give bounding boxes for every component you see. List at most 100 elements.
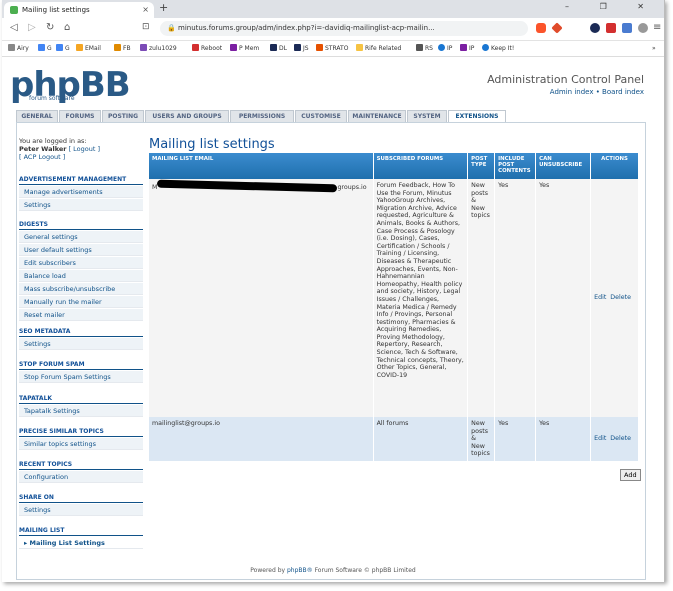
- sidebar-item-ad-settings[interactable]: Settings: [19, 199, 143, 211]
- sidebar-item-user-default-settings[interactable]: User default settings: [19, 244, 143, 256]
- column-header-actions: ACTIONS: [590, 153, 639, 179]
- bookmark-item[interactable]: G: [56, 41, 70, 56]
- bookmark-label: Rife Related: [365, 45, 402, 52]
- bookmark-item[interactable]: RS: [416, 41, 433, 56]
- bookmark-label: STRATO: [325, 45, 349, 52]
- add-button[interactable]: Add: [620, 469, 641, 481]
- navigation-bar: ◁ ▷ ↻ ⌂ ⊡ 🔒 minutus.forums.group/adm/ind…: [2, 18, 664, 41]
- bookmark-label: RS: [425, 45, 433, 52]
- extension-icon[interactable]: [590, 23, 600, 33]
- sidebar-item-reset-mailer[interactable]: Reset mailer: [19, 309, 143, 321]
- translate-extension-icon[interactable]: [622, 23, 632, 33]
- address-bar[interactable]: 🔒 minutus.forums.group/adm/index.php?i=-…: [160, 21, 528, 36]
- bookmark-item[interactable]: JS: [294, 41, 309, 56]
- bookmark-item[interactable]: DL: [270, 41, 287, 56]
- sidebar-item-mass-subscribe[interactable]: Mass subscribe/unsubscribe: [19, 283, 143, 295]
- sidebar-item-share-settings[interactable]: Settings: [19, 504, 143, 516]
- sidebar-item-label: Mailing List Settings: [29, 539, 105, 547]
- main-panel: You are logged in as: Peter Walker [ Log…: [16, 122, 646, 580]
- browser-tab[interactable]: Mailing list settings ×: [4, 2, 154, 18]
- bookmark-item[interactable]: Keep It!: [482, 41, 514, 56]
- sidebar-item-similar-topics-settings[interactable]: Similar topics settings: [19, 438, 143, 450]
- bookmark-label: IP: [447, 45, 453, 52]
- can-unsubscribe-cell: Yes: [535, 179, 592, 417]
- email-cell: Mgroups.io: [149, 179, 374, 417]
- sidebar-item-run-mailer[interactable]: Manually run the mailer: [19, 296, 143, 308]
- email-suffix: groups.io: [337, 184, 367, 191]
- forward-icon[interactable]: ▷: [28, 22, 36, 33]
- edit-link[interactable]: Edit: [594, 294, 606, 301]
- bookmark-item[interactable]: P Mem: [230, 41, 259, 56]
- browser-window: Mailing list settings × + – ❐ ✕ ◁ ▷ ↻ ⌂ …: [2, 0, 665, 582]
- window-controls[interactable]: – ❐ ✕: [565, 2, 658, 11]
- section-precise-similar-topics: PRECISE SIMILAR TOPICS: [19, 428, 143, 437]
- bookmark-item[interactable]: STRATO: [316, 41, 348, 56]
- url-text: minutus.forums.group/adm/index.php?i=-da…: [178, 24, 435, 32]
- home-icon[interactable]: ⌂: [64, 22, 70, 33]
- bookmark-item[interactable]: G: [38, 41, 52, 56]
- sidebar-item-balance-load[interactable]: Balance load: [19, 270, 143, 282]
- forums-cell: Forum Feedback, How To Use the Forum, Mi…: [373, 179, 469, 417]
- redaction-mark: [157, 179, 338, 193]
- bookmark-label: zulu1029: [149, 45, 177, 52]
- sidebar-item-tapatalk-settings[interactable]: Tapatalk Settings: [19, 405, 143, 417]
- bookmark-item[interactable]: IP: [438, 41, 452, 56]
- phpbb-link[interactable]: phpBB®: [287, 567, 313, 574]
- bookmark-item[interactable]: zulu1029: [140, 41, 177, 56]
- bookmark-item[interactable]: IP: [460, 41, 474, 56]
- sidebar-item-general-settings[interactable]: General settings: [19, 231, 143, 243]
- reload-icon[interactable]: ↻: [46, 22, 54, 33]
- acp-header-links[interactable]: Admin index • Board index: [550, 88, 644, 96]
- bookmark-item[interactable]: EMail: [76, 41, 101, 56]
- main-tabs: GENERAL FORUMS POSTING USERS AND GROUPS …: [16, 110, 644, 124]
- section-seo-metadata: SEO METADATA: [19, 328, 143, 337]
- post-type-cell: New posts & New topics: [467, 417, 496, 461]
- pdf-extension-icon[interactable]: [606, 23, 616, 33]
- acp-page: phpBB forum software Administration Cont…: [2, 57, 664, 582]
- logout-link[interactable]: [ Logout ]: [69, 145, 100, 153]
- bookmark-item[interactable]: Airy: [8, 41, 29, 56]
- menu-icon[interactable]: ≡: [653, 22, 661, 33]
- bookmark-item[interactable]: Reboot: [192, 41, 222, 56]
- bookmark-label: JS: [303, 45, 309, 52]
- section-share-on: SHARE ON: [19, 494, 143, 503]
- footer: Powered by phpBB® Forum Software © phpBB…: [2, 567, 664, 574]
- sidebar-item-seo-settings[interactable]: Settings: [19, 338, 143, 350]
- edit-link[interactable]: Edit: [594, 435, 606, 442]
- delete-link[interactable]: Delete: [610, 294, 631, 301]
- section-tapatalk: TAPATALK: [19, 395, 143, 404]
- sidebar-item-configuration[interactable]: Configuration: [19, 471, 143, 483]
- footer-prefix: Powered by: [250, 567, 286, 574]
- table-row: Mgroups.io Forum Feedback, How To Use th…: [149, 179, 639, 417]
- page-title: Mailing list settings: [149, 137, 275, 152]
- logged-in-label: You are logged in as:: [19, 137, 87, 145]
- section-mailing-list: MAILING LIST: [19, 527, 143, 536]
- bookmark-icon[interactable]: ⊡: [142, 22, 150, 32]
- section-advertisement-management: ADVERTISEMENT MANAGEMENT: [19, 176, 143, 185]
- more-bookmarks-icon[interactable]: »: [652, 41, 656, 56]
- mailing-list-table: MAILING LIST EMAIL SUBSCRIBED FORUMS POS…: [149, 153, 639, 461]
- bookmark-label: Reboot: [201, 45, 223, 52]
- actions-cell: Edit Delete: [590, 179, 639, 417]
- brave-rewards-icon[interactable]: [551, 22, 563, 34]
- delete-link[interactable]: Delete: [610, 435, 631, 442]
- close-icon[interactable]: ×: [142, 2, 149, 18]
- acp-logout-link[interactable]: [ ACP Logout ]: [19, 153, 65, 161]
- sidebar-item-edit-subscribers[interactable]: Edit subscribers: [19, 257, 143, 269]
- bookmark-item[interactable]: Rife Related: [356, 41, 401, 56]
- sidebar-item-stop-forum-spam-settings[interactable]: Stop Forum Spam Settings: [19, 371, 143, 383]
- profile-icon[interactable]: [638, 23, 648, 33]
- table-row: mailinglist@groups.io All forums New pos…: [149, 417, 639, 461]
- sidebar-item-mailing-list-settings[interactable]: ▸ Mailing List Settings: [19, 537, 143, 549]
- column-header-include-contents: INCLUDE POST CONTENTS: [494, 153, 537, 179]
- bookmark-item[interactable]: FB: [114, 41, 131, 56]
- column-header-email: MAILING LIST EMAIL: [149, 153, 374, 179]
- acp-title: Administration Control Panel: [487, 73, 644, 86]
- sidebar-item-manage-advertisements[interactable]: Manage advertisements: [19, 186, 143, 198]
- back-icon[interactable]: ◁: [10, 22, 18, 33]
- include-contents-cell: Yes: [494, 179, 537, 417]
- actions-cell: Edit Delete: [590, 417, 639, 461]
- section-recent-topics: RECENT TOPICS: [19, 461, 143, 470]
- brave-shield-icon[interactable]: [536, 23, 546, 33]
- new-tab-button[interactable]: +: [159, 1, 168, 14]
